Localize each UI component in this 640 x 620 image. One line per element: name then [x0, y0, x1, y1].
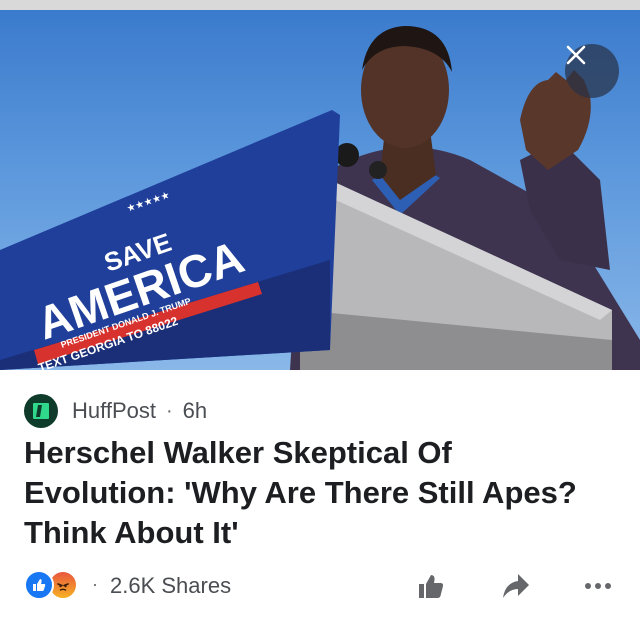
huffpost-logo-icon[interactable]	[24, 394, 58, 428]
close-button[interactable]	[565, 44, 619, 98]
source-name[interactable]: HuffPost	[72, 398, 156, 424]
engagement-bar: · 2.6K Shares	[24, 566, 624, 606]
top-strip	[0, 0, 640, 10]
post-meta: HuffPost · 6h	[24, 394, 207, 428]
more-dots-icon	[585, 583, 611, 589]
more-button[interactable]	[580, 570, 616, 602]
article-photo[interactable]: ★★★★★ SAVE AMERICA PRESIDENT DONALD J. T…	[0, 10, 640, 370]
headline[interactable]: Herschel Walker Skeptical Of Evolution: …	[24, 433, 584, 553]
meta-separator: ·	[165, 399, 173, 422]
like-reaction-icon	[24, 570, 54, 600]
reactions-summary[interactable]	[24, 570, 82, 600]
photo-scene: ★★★★★ SAVE AMERICA PRESIDENT DONALD J. T…	[0, 10, 640, 370]
close-icon	[566, 45, 586, 65]
post-time[interactable]: 6h	[183, 398, 207, 424]
engagement-separator: ·	[92, 574, 98, 594]
like-button[interactable]	[414, 570, 448, 602]
share-button[interactable]	[498, 570, 534, 602]
share-arrow-icon	[503, 574, 529, 598]
shares-count[interactable]: 2.6K Shares	[110, 573, 231, 599]
thumbs-up-icon	[419, 575, 444, 598]
